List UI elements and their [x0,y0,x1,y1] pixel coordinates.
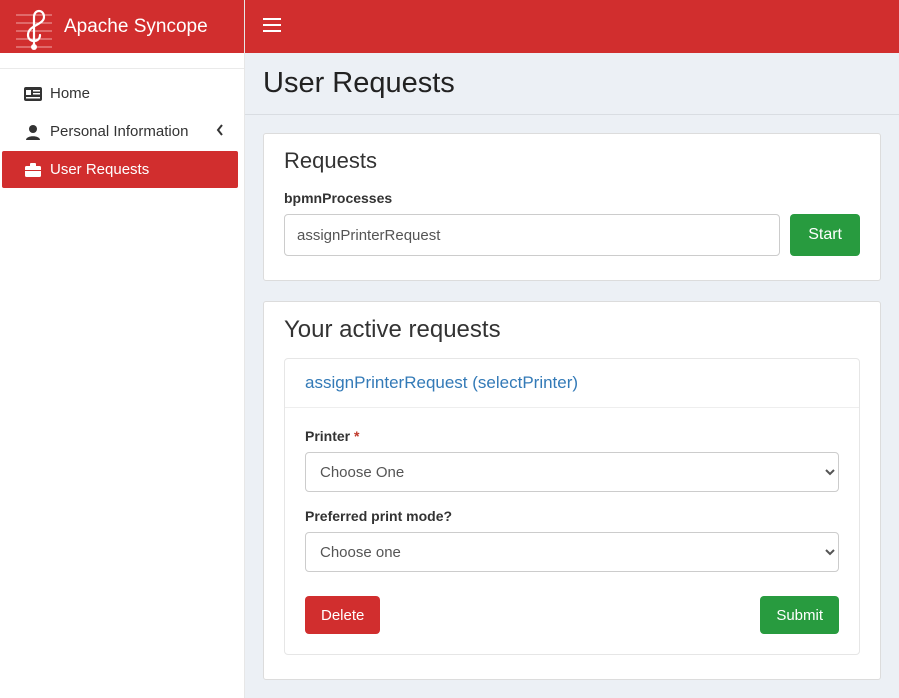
printer-label: Printer * [305,428,839,444]
main: User Requests Requests bpmnProcesses Sta… [245,0,899,698]
active-requests-panel: Your active requests assignPrinterReques… [263,301,881,680]
bpmn-process-input[interactable] [284,214,780,256]
brand: Apache Syncope [0,0,244,53]
sidebar-item-personal-information[interactable]: Personal Information [2,113,238,150]
sidebar-item-home[interactable]: Home [2,75,238,112]
print-mode-select[interactable]: Choose one [305,532,839,572]
active-request-item-title[interactable]: assignPrinterRequest (selectPrinter) [305,373,578,392]
chevron-left-icon [216,124,224,139]
sidebar-item-label: User Requests [50,161,224,178]
sidebar-item-label: Home [50,85,224,102]
requests-panel-title: Requests [284,148,860,174]
submit-button[interactable]: Submit [760,596,839,634]
briefcase-icon [22,163,44,177]
printer-select[interactable]: Choose One [305,452,839,492]
active-requests-title: Your active requests [284,316,860,344]
nav: Home Personal Information User Requests [0,68,244,189]
sidebar-item-label: Personal Information [50,123,216,140]
id-card-icon [22,87,44,101]
brand-logo-icon [14,3,54,51]
bpmn-processes-label: bpmnProcesses [284,190,860,206]
page-title: User Requests [263,67,881,100]
sidebar: Apache Syncope Home Personal Information [0,0,245,698]
sidebar-item-user-requests[interactable]: User Requests [2,151,238,188]
required-mark: * [354,428,359,444]
print-mode-label: Preferred print mode? [305,508,839,524]
page-title-bar: User Requests [245,53,899,115]
delete-button[interactable]: Delete [305,596,380,634]
active-request-item: assignPrinterRequest (selectPrinter) Pri… [284,358,860,655]
topbar [245,0,899,53]
start-button[interactable]: Start [790,214,860,256]
user-icon [22,124,44,140]
brand-title: Apache Syncope [64,16,208,38]
hamburger-icon[interactable] [263,16,281,37]
requests-panel: Requests bpmnProcesses Start [263,133,881,281]
